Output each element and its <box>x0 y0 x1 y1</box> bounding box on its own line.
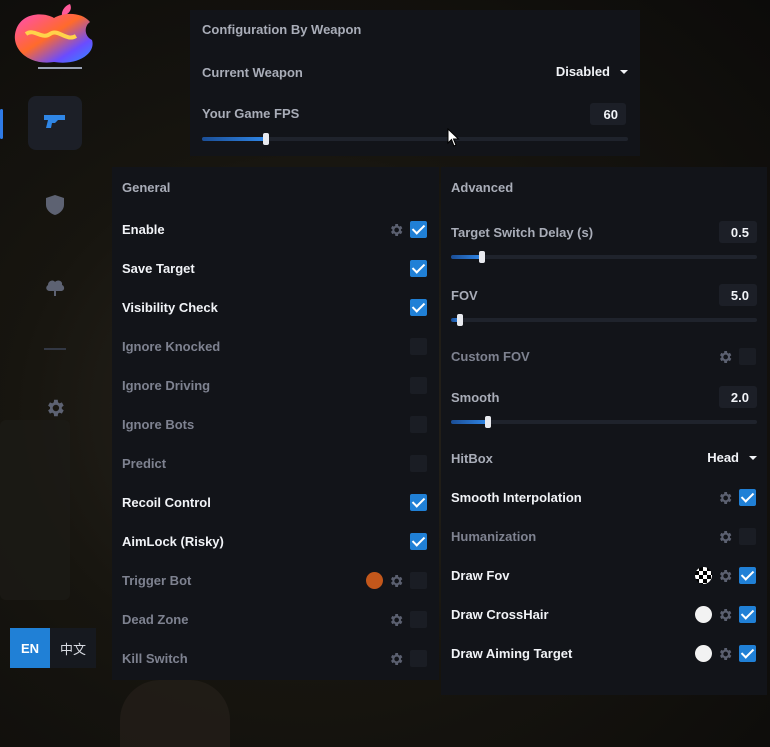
nav-divider <box>44 348 66 350</box>
enable-settings-icon[interactable] <box>387 221 405 239</box>
lang-en-button[interactable]: EN <box>10 628 50 668</box>
hitbox-dropdown[interactable]: Head <box>707 450 757 465</box>
fps-label: Your Game FPS <box>202 106 300 121</box>
advanced-title: Advanced <box>451 180 514 195</box>
ignore-driving-label: Ignore Driving <box>122 378 211 393</box>
ignore-bots-label: Ignore Bots <box>122 417 195 432</box>
nav-settings-tab[interactable] <box>28 383 82 437</box>
predict-label: Predict <box>122 456 167 471</box>
trigger-bot-checkbox[interactable] <box>410 572 427 589</box>
smooth-label: Smooth <box>451 390 500 405</box>
draw-aiming-target-settings-icon[interactable] <box>716 645 734 663</box>
weapon-config-title: Configuration By Weapon <box>202 22 362 37</box>
draw-crosshair-label: Draw CrossHair <box>451 607 549 622</box>
general-panel: General Enable Save Target Visibility Chec… <box>112 167 439 680</box>
recoil-control-label: Recoil Control <box>122 495 211 510</box>
target-switch-delay-slider[interactable] <box>451 251 757 263</box>
fov-slider-handle[interactable] <box>457 314 464 326</box>
smooth-slider[interactable] <box>451 416 757 428</box>
smooth-interpolation-label: Smooth Interpolation <box>451 490 582 505</box>
active-nav-marker <box>0 109 3 139</box>
ignore-driving-checkbox[interactable] <box>410 377 427 394</box>
draw-fov-label: Draw Fov <box>451 568 510 583</box>
custom-fov-label: Custom FOV <box>451 349 530 364</box>
trigger-bot-color-swatch[interactable] <box>366 572 383 589</box>
smooth-slider-handle[interactable] <box>484 416 491 428</box>
kill-switch-checkbox[interactable] <box>410 650 427 667</box>
visibility-check-checkbox[interactable] <box>410 299 427 316</box>
gear-icon <box>44 397 66 424</box>
lang-zh-button[interactable]: 中文 <box>50 628 96 668</box>
draw-crosshair-checkbox[interactable] <box>739 606 756 623</box>
smooth-slider-fill <box>451 420 488 424</box>
draw-aiming-target-color-swatch[interactable] <box>695 645 712 662</box>
target-switch-delay-value[interactable]: 0.5 <box>719 221 757 243</box>
advanced-panel: Advanced Target Switch Delay (s) 0.5 FOV… <box>441 167 767 695</box>
predict-checkbox[interactable] <box>410 455 427 472</box>
recoil-control-checkbox[interactable] <box>410 494 427 511</box>
draw-aiming-target-checkbox[interactable] <box>739 645 756 662</box>
current-weapon-label: Current Weapon <box>202 65 303 80</box>
ignore-bots-checkbox[interactable] <box>410 416 427 433</box>
target-switch-delay-slider-fill <box>451 255 482 259</box>
smooth-value[interactable]: 2.0 <box>719 386 757 408</box>
trigger-bot-settings-icon[interactable] <box>387 572 405 590</box>
kill-switch-settings-icon[interactable] <box>387 650 405 668</box>
humanization-label: Humanization <box>451 529 537 544</box>
ignore-knocked-label: Ignore Knocked <box>122 339 221 354</box>
humanization-settings-icon[interactable] <box>716 528 734 546</box>
draw-crosshair-settings-icon[interactable] <box>716 606 734 624</box>
fov-label: FOV <box>451 288 478 303</box>
save-target-checkbox[interactable] <box>410 260 427 277</box>
mouse-cursor-icon <box>447 127 461 153</box>
smooth-interpolation-checkbox[interactable] <box>739 489 756 506</box>
dead-zone-settings-icon[interactable] <box>387 611 405 629</box>
save-target-label: Save Target <box>122 261 195 276</box>
visibility-check-label: Visibility Check <box>122 300 218 315</box>
draw-fov-color-swatch[interactable] <box>695 567 712 584</box>
custom-fov-settings-icon[interactable] <box>716 348 734 366</box>
fps-slider-handle[interactable] <box>262 133 269 145</box>
dead-zone-checkbox[interactable] <box>410 611 427 628</box>
aimlock-risky-label: AimLock (Risky) <box>122 534 224 549</box>
nav-aim-tab[interactable] <box>28 96 82 150</box>
draw-aiming-target-label: Draw Aiming Target <box>451 646 573 661</box>
current-weapon-dropdown[interactable]: Disabled <box>556 64 628 79</box>
dead-zone-label: Dead Zone <box>122 612 189 627</box>
humanization-checkbox[interactable] <box>739 528 756 545</box>
fps-slider[interactable] <box>202 133 628 145</box>
trigger-bot-label: Trigger Bot <box>122 573 192 588</box>
hitbox-value: Head <box>707 450 739 465</box>
fps-slider-fill <box>202 137 266 141</box>
kill-switch-label: Kill Switch <box>122 651 188 666</box>
chevron-down-icon <box>620 69 628 74</box>
fov-slider[interactable] <box>451 314 757 326</box>
cloud-icon <box>44 277 66 302</box>
nav-shield-tab[interactable] <box>28 180 82 234</box>
target-switch-delay-label: Target Switch Delay (s) <box>451 225 594 240</box>
fov-value[interactable]: 5.0 <box>719 284 757 306</box>
app-logo <box>8 0 100 70</box>
draw-fov-settings-icon[interactable] <box>716 567 734 585</box>
fps-value[interactable]: 60 <box>590 103 626 125</box>
custom-fov-checkbox[interactable] <box>739 348 756 365</box>
enable-label: Enable <box>122 222 165 237</box>
enable-checkbox[interactable] <box>410 221 427 238</box>
hitbox-label: HitBox <box>451 451 493 466</box>
aimlock-risky-checkbox[interactable] <box>410 533 427 550</box>
shield-icon <box>45 194 65 221</box>
ignore-knocked-checkbox[interactable] <box>410 338 427 355</box>
draw-crosshair-color-swatch[interactable] <box>695 606 712 623</box>
gun-icon <box>43 112 67 135</box>
chevron-down-icon <box>749 455 757 460</box>
weapon-config-panel: Configuration By Weapon Current Weapon D… <box>190 10 640 156</box>
general-title: General <box>122 180 171 195</box>
nav-cloud-tab[interactable] <box>28 262 82 316</box>
current-weapon-value: Disabled <box>555 64 610 79</box>
draw-fov-checkbox[interactable] <box>739 567 756 584</box>
target-switch-delay-slider-handle[interactable] <box>478 251 485 263</box>
smooth-interpolation-settings-icon[interactable] <box>716 489 734 507</box>
